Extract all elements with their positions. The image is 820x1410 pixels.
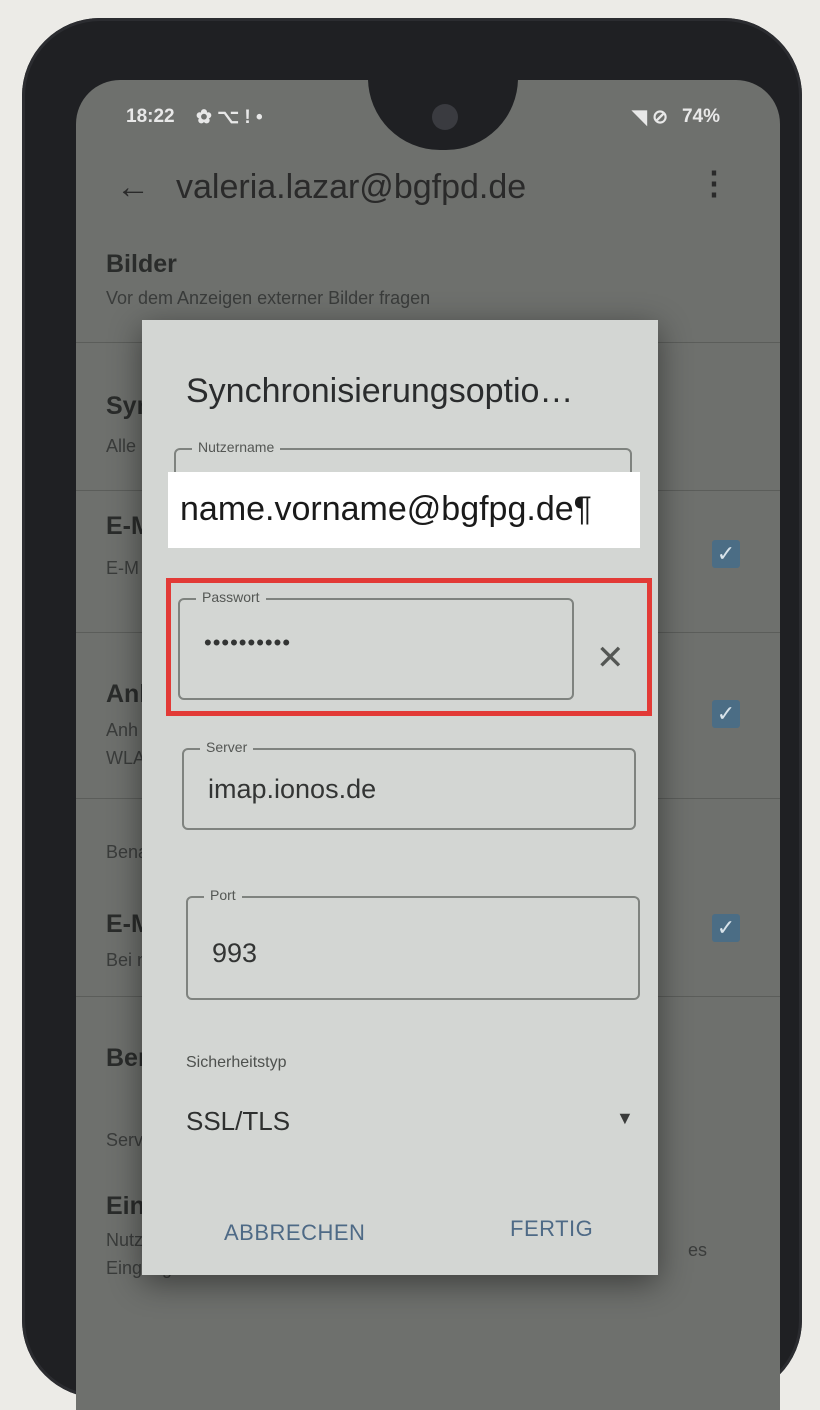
username-redaction-overlay: name.vorname@bgfpg.de¶ (168, 472, 640, 548)
app-bar: ← valeria.lazar@bgfpd.de ⋮ (76, 158, 780, 228)
setting-email2-sub: Bei n (106, 950, 148, 970)
setting-email-sub: E-M (106, 558, 139, 578)
status-time: 18:22 (126, 106, 175, 127)
setting-eins-fragment: es (688, 1240, 708, 1260)
setting-eins-sub1: Nutz (106, 1230, 144, 1250)
setting-bilder-title: Bilder (106, 250, 177, 278)
checkbox-email[interactable]: ✓ (712, 540, 740, 568)
checkbox-email2[interactable]: ✓ (712, 914, 740, 942)
account-title: valeria.lazar@bgfpd.de (176, 168, 527, 206)
dropdown-arrow-icon[interactable]: ▼ (616, 1108, 634, 1129)
server-value: imap.ionos.de (208, 774, 377, 804)
server-field[interactable]: Server imap.ionos.de (182, 739, 636, 830)
section-label-serv: Serv (106, 1130, 144, 1150)
status-notification-icons: ✿ ⌥ ! • (196, 107, 263, 128)
port-value: 993 (212, 938, 258, 968)
front-camera (432, 104, 458, 130)
sync-options-dialog: Synchronisierungsoptio… Nutzername Passw… (142, 320, 658, 1275)
cancel-button[interactable]: ABBRECHEN (224, 1220, 365, 1246)
username-overlay-text: name.vorname@bgfpg.de¶ (180, 490, 592, 528)
setting-sync-sub: Alle (106, 436, 137, 456)
checkbox-attachments[interactable]: ✓ (712, 700, 740, 728)
more-options-icon[interactable]: ⋮ (698, 164, 730, 202)
status-battery: 74% (681, 106, 720, 127)
password-highlight-frame (166, 578, 652, 716)
status-signal-icons: ◥ ⊘ (632, 107, 668, 128)
security-type-label: Sicherheitstyp (186, 1054, 287, 1071)
port-label: Port (204, 887, 242, 903)
setting-attachments-sub1: Anh (106, 720, 139, 740)
back-arrow-icon[interactable]: ← (116, 168, 150, 207)
username-label: Nutzername (192, 439, 281, 455)
port-field[interactable]: Port 993 (186, 887, 640, 1000)
server-label: Server (200, 739, 254, 755)
setting-bilder-sub: Vor dem Anzeigen externer Bilder fragen (106, 288, 431, 308)
setting-attachments-sub2: WLA (106, 748, 146, 768)
done-button[interactable]: FERTIG (510, 1216, 593, 1242)
security-type-value[interactable]: SSL/TLS (186, 1106, 290, 1137)
dialog-title: Synchronisierungsoptio… (186, 372, 574, 410)
